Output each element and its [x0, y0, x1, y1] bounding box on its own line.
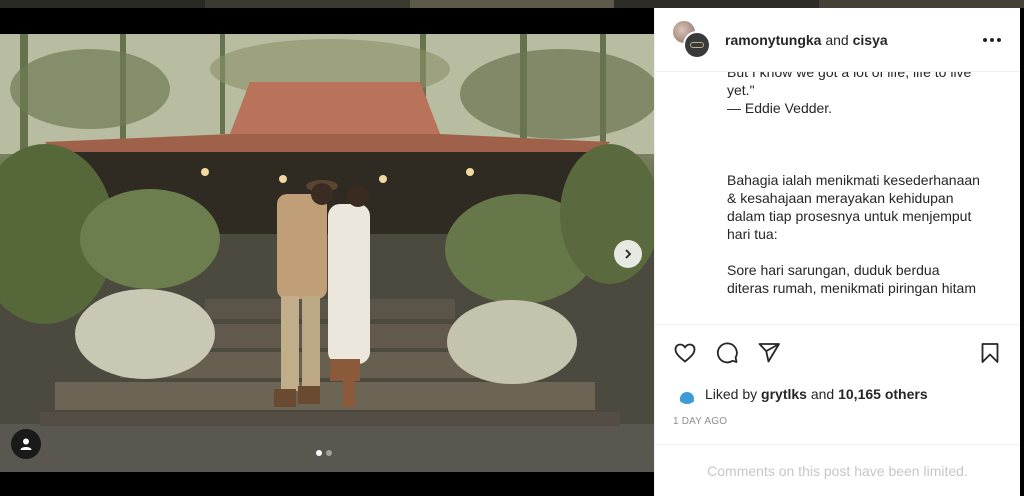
author-connector: and	[825, 31, 849, 48]
likes-others-link[interactable]: 10,165 others	[838, 386, 928, 402]
carousel-dot	[326, 450, 332, 456]
bookmark-icon	[981, 342, 999, 363]
couple-photo-image	[0, 34, 654, 472]
likes-connector: and	[810, 386, 835, 402]
collab-avatars[interactable]	[671, 18, 713, 61]
chevron-right-icon	[625, 249, 632, 259]
post-details-panel: ramonytungka and cisya But I know we got…	[654, 8, 1020, 496]
more-options-icon[interactable]	[980, 28, 1004, 52]
post-actions	[655, 324, 1020, 380]
caption-line: diteras rumah, menikmati piringan hitam	[727, 280, 976, 296]
caption-line: dalam tiap prosesnya untuk menjemput	[727, 208, 972, 224]
like-button[interactable]	[671, 339, 699, 367]
paper-plane-icon	[758, 342, 780, 362]
post-header: ramonytungka and cisya	[655, 8, 1020, 72]
share-button[interactable]	[755, 339, 783, 367]
user-tag-icon	[20, 438, 32, 450]
comment-button[interactable]	[713, 339, 741, 367]
post-caption: But I know we got a lot of life, life to…	[655, 72, 1020, 324]
caption-line: But I know we got a lot of life, life to…	[727, 72, 972, 80]
comment-icon	[716, 341, 738, 363]
author-username[interactable]: ramonytungka	[725, 32, 821, 48]
caption-line: yet."	[727, 82, 755, 98]
post-authors: ramonytungka and cisya	[725, 32, 980, 48]
top-thumbnail-strip	[0, 0, 1024, 8]
save-button[interactable]	[976, 339, 1004, 367]
heart-icon	[674, 343, 696, 363]
carousel-indicator	[316, 450, 332, 456]
coauthor-username[interactable]: cisya	[853, 32, 888, 48]
likes-prefix: Liked by	[705, 386, 758, 402]
page-edge	[1020, 8, 1024, 496]
carousel-dot-active	[316, 450, 322, 456]
comments-limited-notice: Comments on this post have been limited.	[655, 444, 1020, 496]
caption-line: Bahagia ialah menikmati kesederhanaan	[727, 172, 980, 188]
liker-username[interactable]: grytlks	[761, 386, 807, 402]
caption-line: hari tua:	[727, 226, 778, 242]
likes-summary: Liked by grytlks and 10,165 others	[655, 380, 1020, 408]
tagged-users-button[interactable]	[11, 429, 41, 459]
caption-line: Sore hari sarungan, duduk berdua	[727, 262, 940, 278]
caption-line: & kesahajaan merayakan kehidupan	[727, 190, 954, 206]
post-photo[interactable]	[0, 34, 654, 472]
post-timestamp[interactable]: 1 DAY AGO	[655, 408, 1020, 440]
carousel-next-button[interactable]	[614, 240, 642, 268]
liker-avatar[interactable]	[677, 384, 697, 404]
coauthor-avatar[interactable]	[683, 30, 711, 59]
caption-line: — Eddie Vedder.	[727, 100, 833, 116]
